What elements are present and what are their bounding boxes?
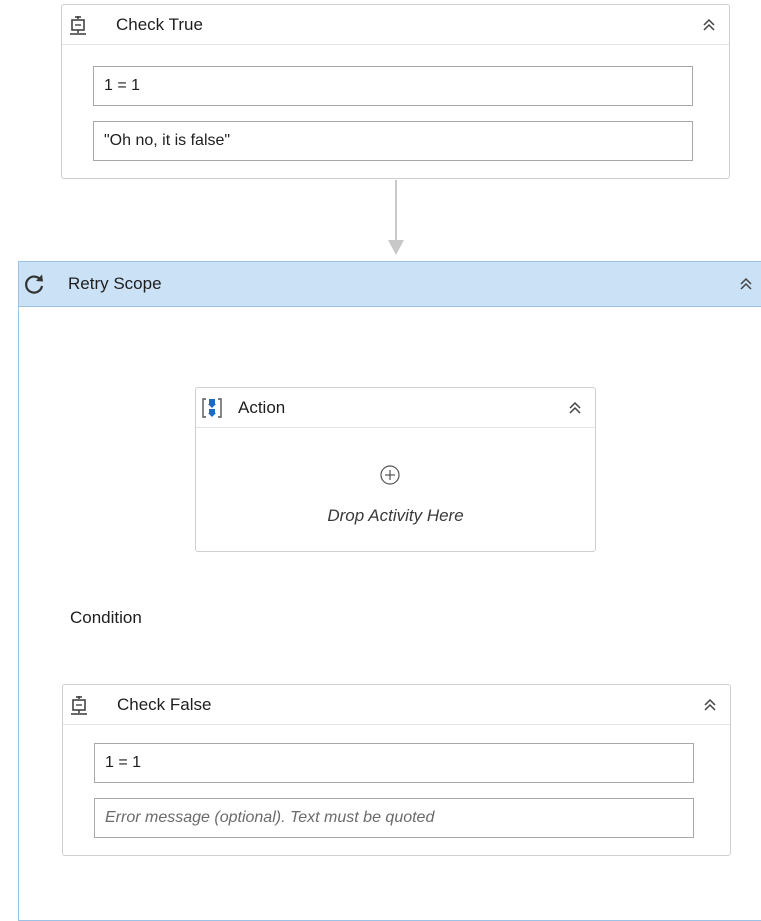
check-true-activity[interactable]: Check True 1 = 1 "Oh no, it is false" — [61, 4, 730, 179]
retry-scope-activity[interactable]: Retry Scope Action Drop Activity Here Co… — [18, 261, 761, 921]
check-true-condition-field[interactable]: 1 = 1 — [93, 66, 693, 106]
flow-connector-line — [395, 180, 397, 242]
check-true-header[interactable]: Check True — [62, 5, 729, 45]
collapse-chevron-icon[interactable] — [567, 400, 583, 416]
action-sequence-activity[interactable]: Action Drop Activity Here — [195, 387, 596, 552]
action-header[interactable]: Action — [196, 388, 595, 428]
condition-label: Condition — [70, 608, 142, 627]
check-false-message-field[interactable]: Error message (optional). Text must be q… — [94, 798, 694, 838]
flow-connector-arrow-icon — [388, 240, 404, 255]
sequence-icon — [202, 398, 222, 418]
retry-scope-header[interactable]: Retry Scope — [19, 262, 761, 307]
check-false-header[interactable]: Check False — [63, 685, 730, 725]
check-false-condition-field[interactable]: 1 = 1 — [94, 743, 694, 783]
collapse-chevron-icon[interactable] — [738, 276, 754, 292]
check-false-activity[interactable]: Check False 1 = 1 Error message (optiona… — [62, 684, 731, 856]
add-circle-icon[interactable] — [379, 464, 401, 486]
check-activity-icon — [70, 16, 86, 35]
drop-activity-text: Drop Activity Here — [327, 506, 464, 525]
check-activity-icon — [71, 696, 87, 715]
retry-icon — [25, 274, 44, 294]
check-true-message-field[interactable]: "Oh no, it is false" — [93, 121, 693, 161]
retry-scope-title: Retry Scope — [68, 274, 162, 293]
drop-activity-zone[interactable]: Drop Activity Here — [196, 428, 595, 551]
check-false-title: Check False — [117, 695, 212, 714]
collapse-chevron-icon[interactable] — [702, 697, 718, 713]
check-true-title: Check True — [116, 15, 203, 34]
collapse-chevron-icon[interactable] — [701, 17, 717, 33]
action-title: Action — [238, 398, 286, 417]
